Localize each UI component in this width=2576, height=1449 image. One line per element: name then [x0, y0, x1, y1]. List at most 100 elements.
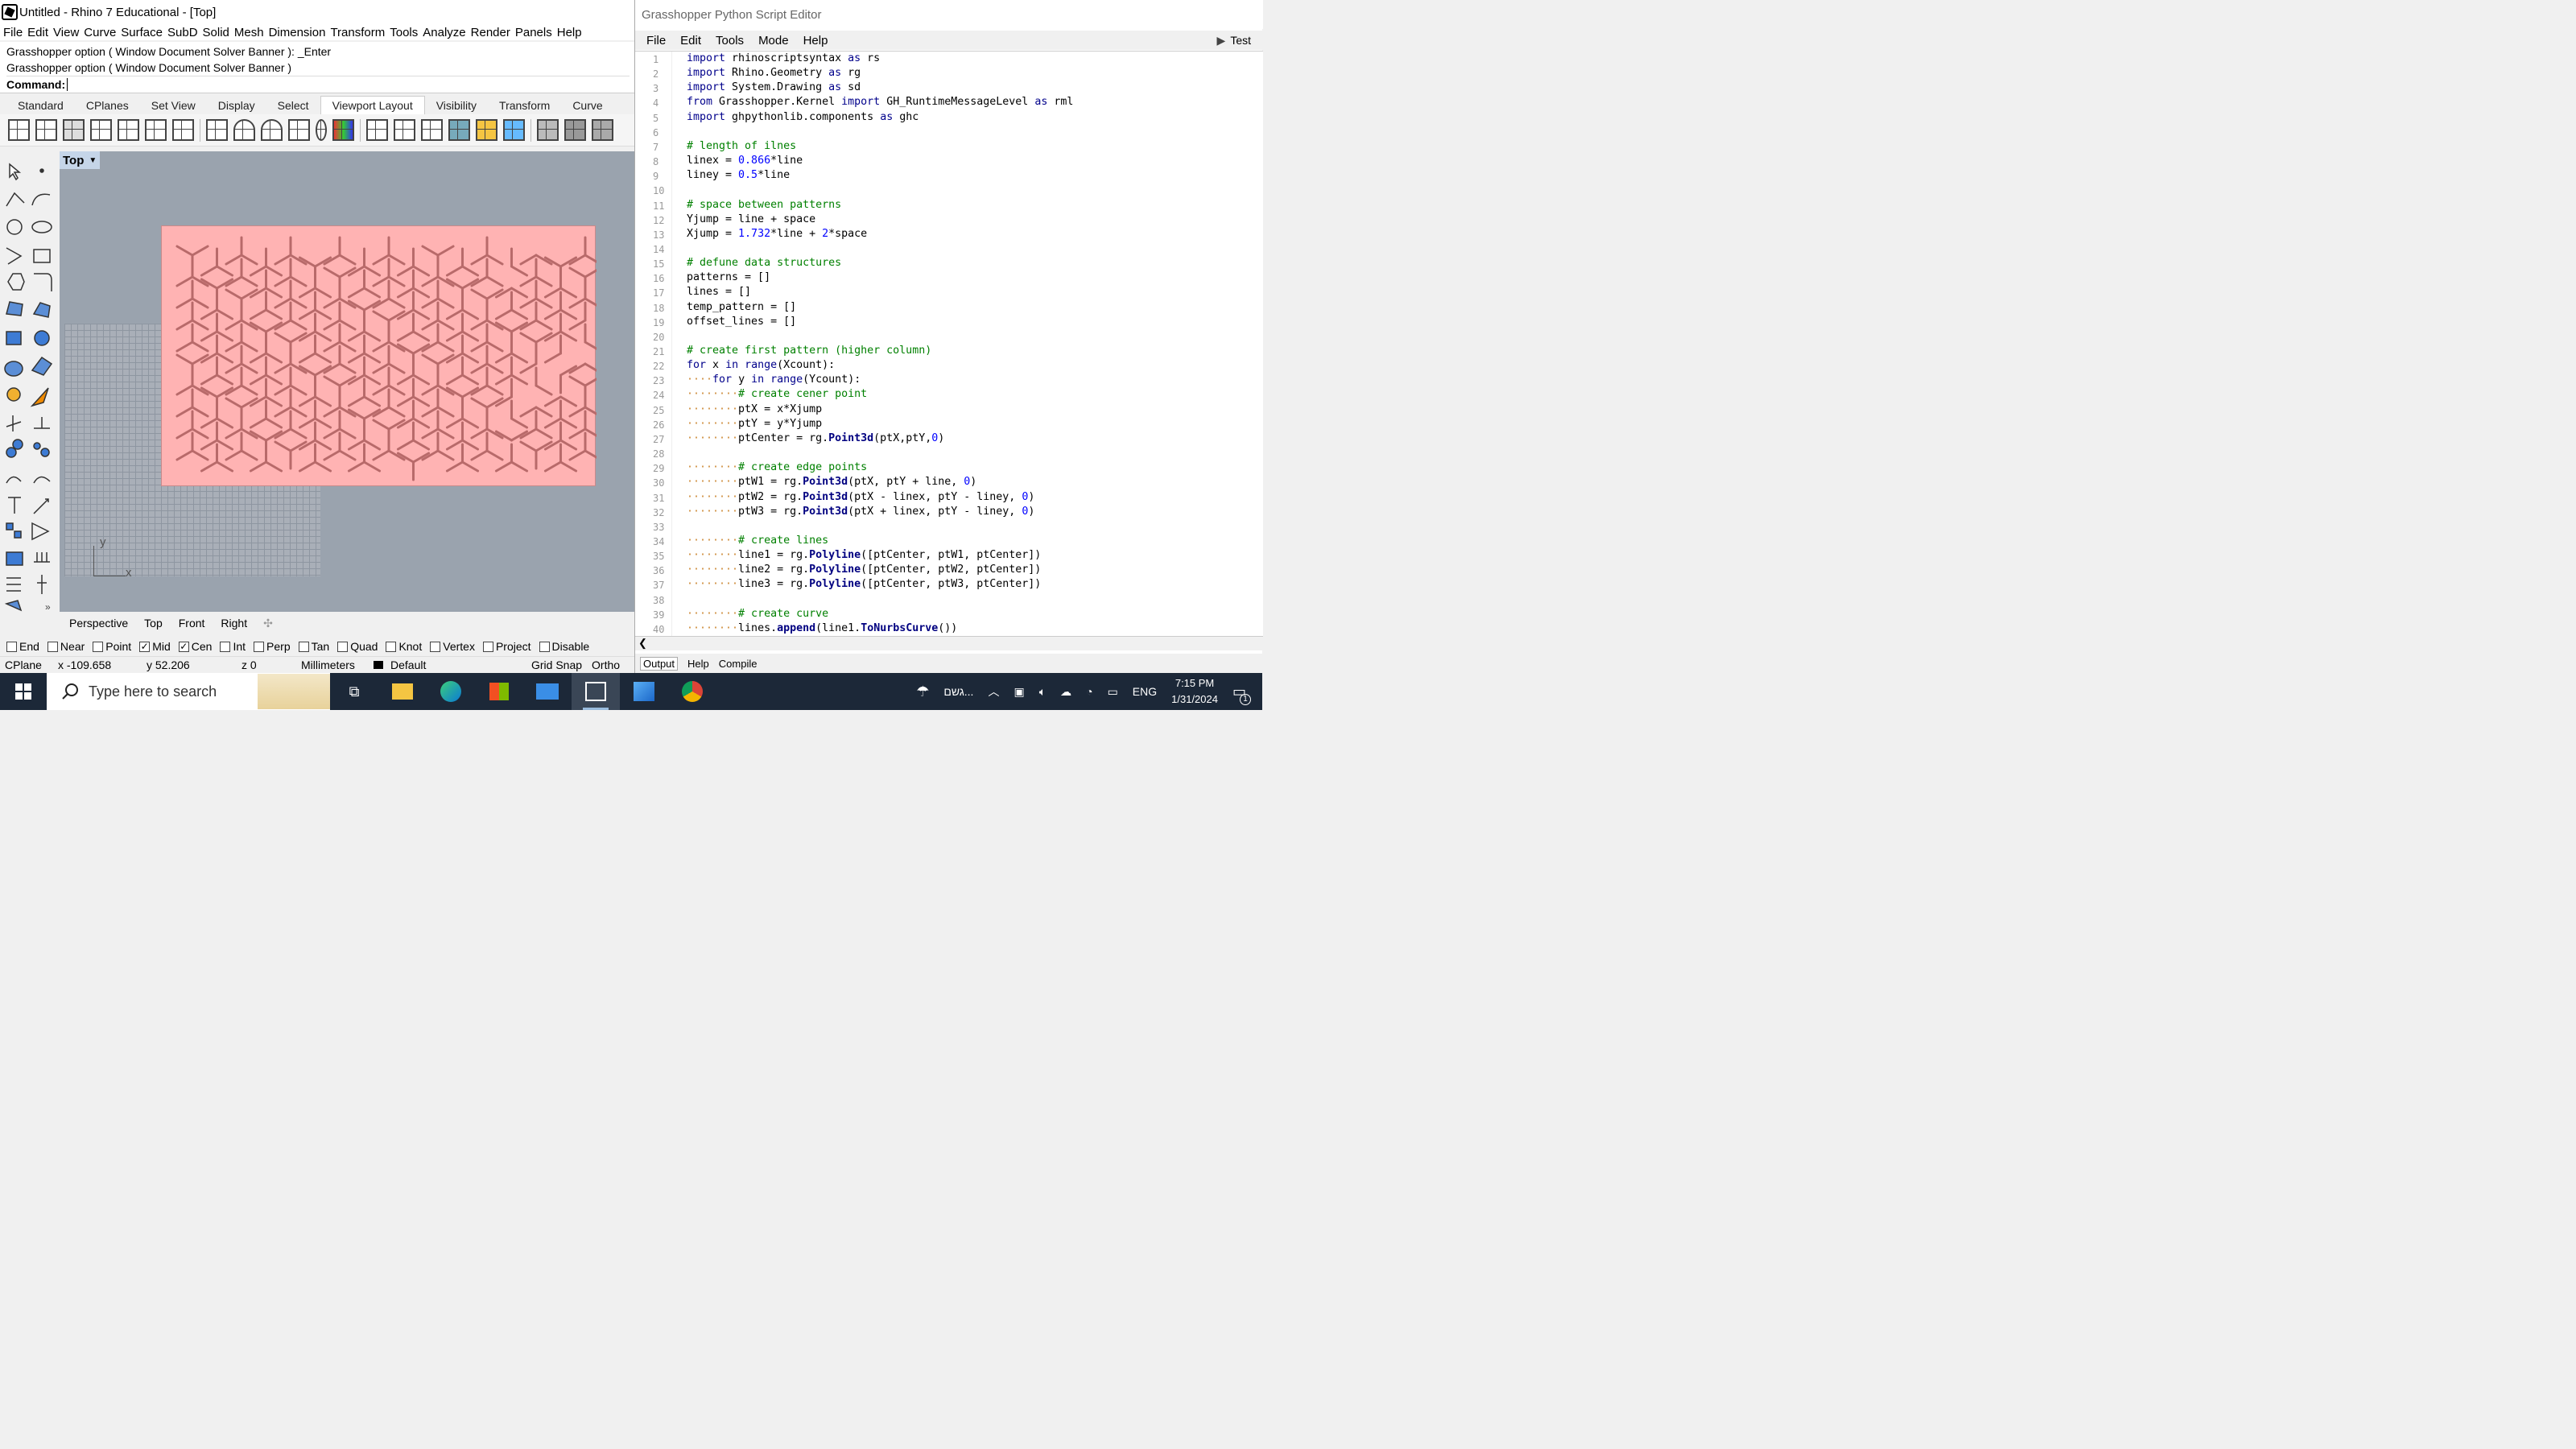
osnap-point[interactable]: Point — [93, 640, 131, 653]
editor-menu-edit[interactable]: Edit — [680, 34, 701, 47]
scroll-left-icon[interactable]: ❮ — [638, 637, 647, 650]
osnap-project[interactable]: Project — [482, 640, 531, 653]
print-icon[interactable] — [537, 119, 559, 141]
code-line[interactable]: import Rhino.Geometry as rg — [687, 67, 861, 79]
code-line[interactable]: ········# create lines — [687, 535, 828, 547]
code-line[interactable]: ········ptW3 = rg.Point3d(ptX + linex, p… — [687, 506, 1034, 518]
menu-render[interactable]: Render — [471, 26, 510, 39]
code-line[interactable]: Yjump = line + space — [687, 213, 815, 225]
y-shape[interactable] — [323, 431, 357, 461]
code-line[interactable]: ········lines.append(line1.ToNurbsCurve(… — [687, 622, 957, 634]
code-line[interactable]: # defune data structures — [687, 257, 841, 269]
y-shape[interactable] — [421, 431, 455, 461]
code-line[interactable]: import System.Drawing as sd — [687, 81, 861, 93]
tab-compile[interactable]: Compile — [719, 658, 758, 670]
editor-menu-file[interactable]: File — [646, 34, 666, 47]
osnap-cen[interactable]: ✓ Cen — [178, 640, 212, 653]
editor-menu-tools[interactable]: Tools — [716, 34, 744, 47]
osnap-perp[interactable]: Perp — [254, 640, 291, 653]
code-line[interactable]: ····for y in range(Ycount): — [687, 374, 861, 386]
osnap-knot[interactable]: Knot — [386, 640, 422, 653]
y-shape[interactable] — [225, 431, 258, 461]
page-number-icon[interactable] — [564, 119, 586, 141]
lock-icon[interactable] — [592, 119, 613, 141]
taskbar-mail[interactable] — [523, 673, 572, 710]
menu-view[interactable]: View — [53, 26, 79, 39]
y-shape[interactable] — [519, 410, 553, 440]
left-toolbar-icons[interactable]: » — [0, 153, 58, 613]
osnap-checkbox[interactable] — [220, 641, 231, 652]
taskbar-store[interactable] — [475, 673, 523, 710]
tab-cplanes[interactable]: CPlanes — [75, 97, 140, 114]
rain-weather-icon[interactable]: ☂ — [916, 683, 929, 700]
wifi-icon[interactable]: ◔ — [1086, 685, 1092, 698]
code-line[interactable]: Xjump = 1.732*line + 2*space — [687, 228, 867, 240]
page-layout-icon[interactable] — [366, 119, 388, 141]
osnap-checkbox[interactable] — [337, 641, 349, 652]
osnap-int[interactable]: Int — [220, 640, 246, 653]
osnap-disable[interactable]: Disable — [539, 640, 589, 653]
osnap-checkbox[interactable] — [539, 641, 550, 652]
camera-icon[interactable] — [503, 119, 525, 141]
top-viewport[interactable]: Top ▼ y x — [60, 151, 636, 612]
code-line[interactable]: linex = 0.866*line — [687, 155, 803, 167]
weather-text[interactable]: גשם... — [943, 685, 973, 698]
code-line[interactable]: ········ptX = x*Xjump — [687, 403, 822, 415]
y-shape[interactable] — [396, 452, 431, 481]
osnap-near[interactable]: Near — [47, 640, 85, 653]
taskbar-photos[interactable] — [620, 673, 668, 710]
tab-output[interactable]: Output — [640, 656, 679, 671]
status-layer[interactable]: Default — [369, 658, 526, 671]
code-line[interactable]: ········# create cener point — [687, 388, 867, 400]
taskbar-chrome[interactable] — [668, 673, 716, 710]
y-shape[interactable] — [470, 258, 504, 287]
code-line[interactable]: ········ptW1 = rg.Point3d(ptX, ptY + lin… — [687, 476, 976, 488]
code-line[interactable]: ········ptW2 = rg.Point3d(ptX - linex, p… — [687, 491, 1034, 503]
viewport-tab-top[interactable]: Top — [144, 617, 163, 630]
y-shape[interactable] — [584, 323, 602, 353]
y-shape[interactable] — [274, 410, 308, 440]
menu-subd[interactable]: SubD — [167, 26, 198, 39]
y-shape[interactable] — [519, 440, 553, 470]
maximize-viewport-icon[interactable] — [63, 119, 85, 141]
osnap-end[interactable]: End — [6, 640, 39, 653]
code-editor[interactable]: 1 2 3 4 5 6 7 8 9 10 11 12 13 14 15 16 17 18 19 20 21 22 23 24 2… — [635, 51, 1263, 636]
tab-select[interactable]: Select — [266, 97, 320, 114]
code-line[interactable]: temp_pattern = [] — [687, 301, 796, 313]
detail-view-icon[interactable] — [394, 119, 415, 141]
code-line[interactable]: import rhinoscriptsyntax as rs — [687, 52, 880, 64]
osnap-checkbox[interactable] — [298, 641, 309, 652]
osnap-checkbox[interactable] — [47, 641, 58, 652]
menu-transform[interactable]: Transform — [330, 26, 385, 39]
chevron-down-icon[interactable]: ▼ — [89, 156, 97, 165]
taskbar-edge[interactable] — [427, 673, 475, 710]
split-horizontal-icon[interactable] — [145, 119, 167, 141]
new-viewport-icon[interactable] — [90, 119, 112, 141]
menu-panels[interactable]: Panels — [515, 26, 552, 39]
y-shape[interactable] — [568, 279, 602, 309]
code-line[interactable]: for x in range(Xcount): — [687, 359, 835, 371]
code-line[interactable]: lines = [] — [687, 286, 751, 298]
y-shape[interactable] — [470, 431, 504, 461]
menu-dimension[interactable]: Dimension — [269, 26, 326, 39]
taskbar-search[interactable]: Type here to search — [47, 673, 330, 710]
menu-edit[interactable]: Edit — [27, 26, 48, 39]
menu-surface[interactable]: Surface — [121, 26, 163, 39]
tab-help[interactable]: Help — [687, 658, 709, 670]
menu-solid[interactable]: Solid — [203, 26, 229, 39]
y-shape[interactable] — [568, 388, 602, 418]
osnap-checkbox[interactable] — [93, 641, 104, 652]
four-viewports-icon[interactable] — [8, 119, 30, 141]
code-line[interactable]: import ghpythonlib.components as ghc — [687, 111, 919, 123]
osnap-checkbox[interactable] — [482, 641, 493, 652]
osnap-mid[interactable]: ✓ Mid — [139, 640, 171, 653]
y-shape[interactable] — [274, 440, 308, 470]
osnap-checkbox[interactable] — [386, 641, 397, 652]
display-color-icon[interactable] — [332, 119, 354, 141]
taskbar-rhino[interactable] — [572, 673, 620, 710]
viewport-tab-perspective[interactable]: Perspective — [69, 617, 128, 630]
code-line[interactable]: ········line3 = rg.Polyline([ptCenter, p… — [687, 578, 1041, 590]
code-line[interactable]: ········ptY = y*Yjump — [687, 418, 822, 430]
y-shape[interactable] — [568, 266, 602, 296]
osnap-checkbox[interactable] — [6, 641, 17, 652]
